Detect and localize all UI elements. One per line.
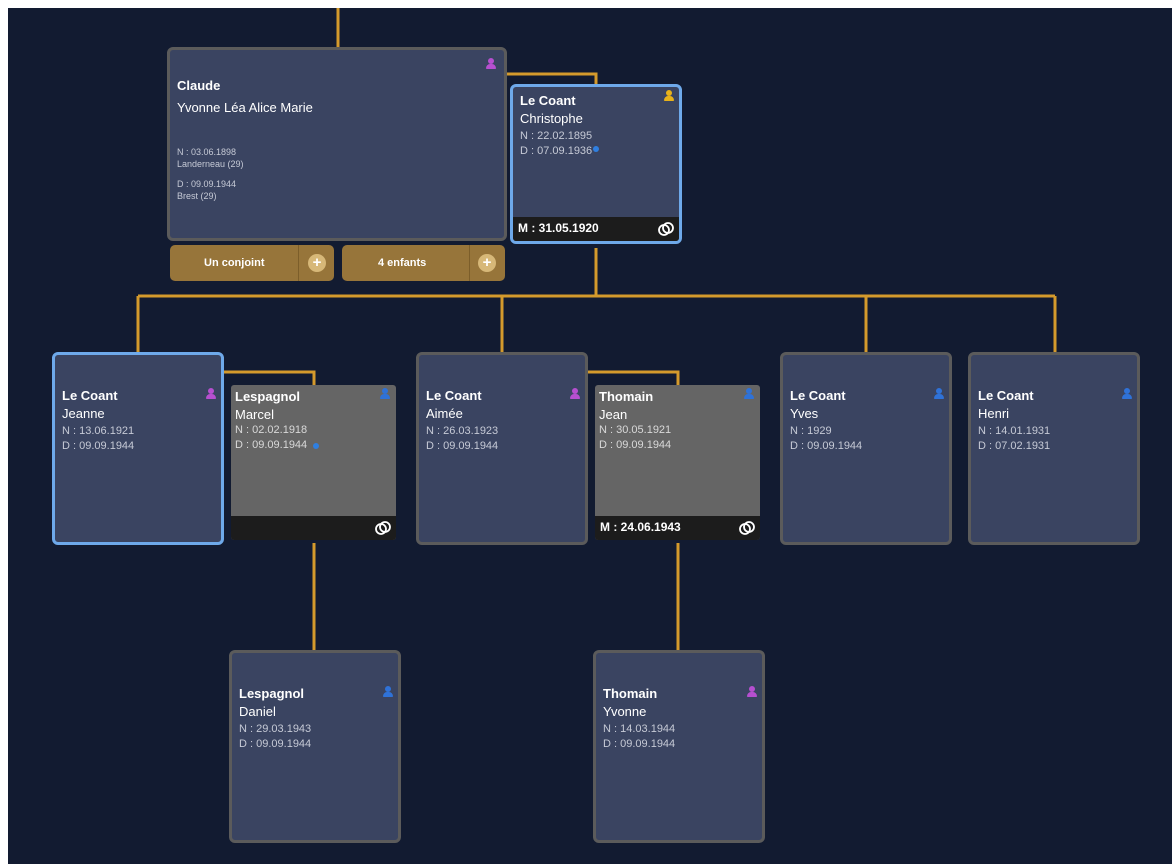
female-person-icon [486,58,496,69]
spouse-count-label: Un conjoint [204,257,265,269]
person-card-thomain-yvonne[interactable]: Thomain Yvonne N : 14.03.1944 D : 09.09.… [593,650,765,843]
marriage-date: M : 24.06.1943 [600,520,681,534]
death-date: D : 09.09.1944 [239,738,312,750]
male-person-icon [744,388,754,399]
death-date: D : 07.02.1931 [978,440,1051,452]
person-card-le-coant-jeanne[interactable]: Le Coant Jeanne N : 13.06.1921 D : 09.09… [52,352,224,545]
given-names: Yvonne [603,704,647,719]
marriage-date: M : 31.05.1920 [518,221,599,235]
given-names: Yves [790,406,819,421]
surname: Le Coant [978,388,1034,403]
birth-date: N : 22.02.1895 [520,130,593,142]
person-card-lespagnol-marcel[interactable]: Lespagnol Marcel N : 02.02.1918 D : 09.0… [231,385,396,540]
birth-date: N : 13.06.1921 [62,425,135,437]
status-dot [593,146,599,152]
given-names: Henri [978,406,1010,421]
birth-date: N : 30.05.1921 [599,424,672,436]
life-events: N : 30.05.1921 D : 09.09.1944 [599,423,671,453]
death-date: D : 09.09.1944 [235,439,308,451]
person-card-claude-yvonne[interactable]: Claude Yvonne Léa Alice Marie N : 03.06.… [167,47,507,241]
birth-place: Landerneau (29) [177,159,244,169]
surname: Thomain [599,389,654,404]
birth-date: N : 02.02.1918 [235,424,308,436]
birth-date: N : 26.03.1923 [426,425,499,437]
person-card-le-coant-christophe[interactable]: Le Coant Christophe N : 22.02.1895 D : 0… [510,84,682,244]
family-tree-canvas[interactable]: Claude Yvonne Léa Alice Marie N : 03.06.… [8,8,1172,864]
death-date: D : 07.09.1936 [520,145,593,157]
life-events: N : 29.03.1943 D : 09.09.1944 [239,722,311,752]
surname: Le Coant [520,93,576,108]
person-card-le-coant-aimee[interactable]: Le Coant Aimée N : 26.03.1923 D : 09.09.… [416,352,588,545]
life-events: N : 22.02.1895 D : 07.09.1936 [520,129,592,159]
surname: Thomain [603,686,658,701]
status-dot [313,443,319,449]
life-events: N : 1929 D : 09.09.1944 [790,424,862,454]
marriage-bar: M : 31.05.1920 [513,217,679,241]
male-person-icon [383,686,393,697]
surname: Lespagnol [239,686,305,701]
marriage-bar [231,516,396,540]
surname: Le Coant [62,388,118,403]
given-names: Jean [599,407,628,422]
death-date: D : 09.09.1944 [426,440,499,452]
life-events: N : 02.02.1918 D : 09.09.1944 [235,423,307,453]
female-person-icon [206,388,216,399]
children-count-button[interactable]: 4 enfants + [342,245,505,281]
surname: Le Coant [790,388,846,403]
death-date: D : 09.09.1944 [790,440,863,452]
person-card-thomain-jean[interactable]: Thomain Jean N : 30.05.1921 D : 09.09.19… [595,385,760,540]
given-names: Christophe [520,111,583,126]
divider [298,245,299,281]
life-events: N : 13.06.1921 D : 09.09.1944 [62,424,134,454]
life-events: N : 26.03.1923 D : 09.09.1944 [426,424,498,454]
death-date: D : 09.09.1944 [603,738,676,750]
children-count-label: 4 enfants [378,257,427,269]
wedding-rings-icon[interactable] [374,520,392,536]
surname: Le Coant [426,388,482,403]
yellow-person-icon [664,90,674,101]
surname: Lespagnol [235,389,301,404]
death-date: D : 09.09.1944 [177,179,237,189]
birth-date: N : 14.03.1944 [603,723,676,735]
given-names: Yvonne Léa Alice Marie [177,100,313,115]
divider [469,245,470,281]
wedding-rings-icon[interactable] [738,520,756,536]
female-person-icon [747,686,757,697]
life-events: N : 14.01.1931 D : 07.02.1931 [978,424,1050,454]
add-child-button[interactable]: + [478,254,496,272]
add-spouse-button[interactable]: + [308,254,326,272]
life-events: N : 14.03.1944 D : 09.09.1944 [603,722,675,752]
given-names: Marcel [235,407,275,422]
person-card-le-coant-yves[interactable]: Le Coant Yves N : 1929 D : 09.09.1944 [780,352,952,545]
birth-date: N : 1929 [790,425,832,437]
person-card-le-coant-henri[interactable]: Le Coant Henri N : 14.01.1931 D : 07.02.… [968,352,1140,545]
birth-date: N : 14.01.1931 [978,425,1051,437]
wedding-rings-icon[interactable] [657,221,675,237]
spouse-count-button[interactable]: Un conjoint + [170,245,334,281]
given-names: Daniel [239,704,276,719]
male-person-icon [1122,388,1132,399]
given-names: Aimée [426,406,463,421]
surname: Claude [177,78,221,93]
birth-date: N : 03.06.1898 [177,147,237,157]
given-names: Jeanne [62,406,105,421]
male-person-icon [934,388,944,399]
marriage-bar: M : 24.06.1943 [595,516,760,540]
female-person-icon [570,388,580,399]
life-events: N : 03.06.1898 Landerneau (29) D : 09.09… [177,145,244,201]
birth-date: N : 29.03.1943 [239,723,312,735]
person-card-lespagnol-daniel[interactable]: Lespagnol Daniel N : 29.03.1943 D : 09.0… [229,650,401,843]
male-person-icon [380,388,390,399]
death-date: D : 09.09.1944 [599,439,672,451]
death-place: Brest (29) [177,191,217,201]
death-date: D : 09.09.1944 [62,440,135,452]
